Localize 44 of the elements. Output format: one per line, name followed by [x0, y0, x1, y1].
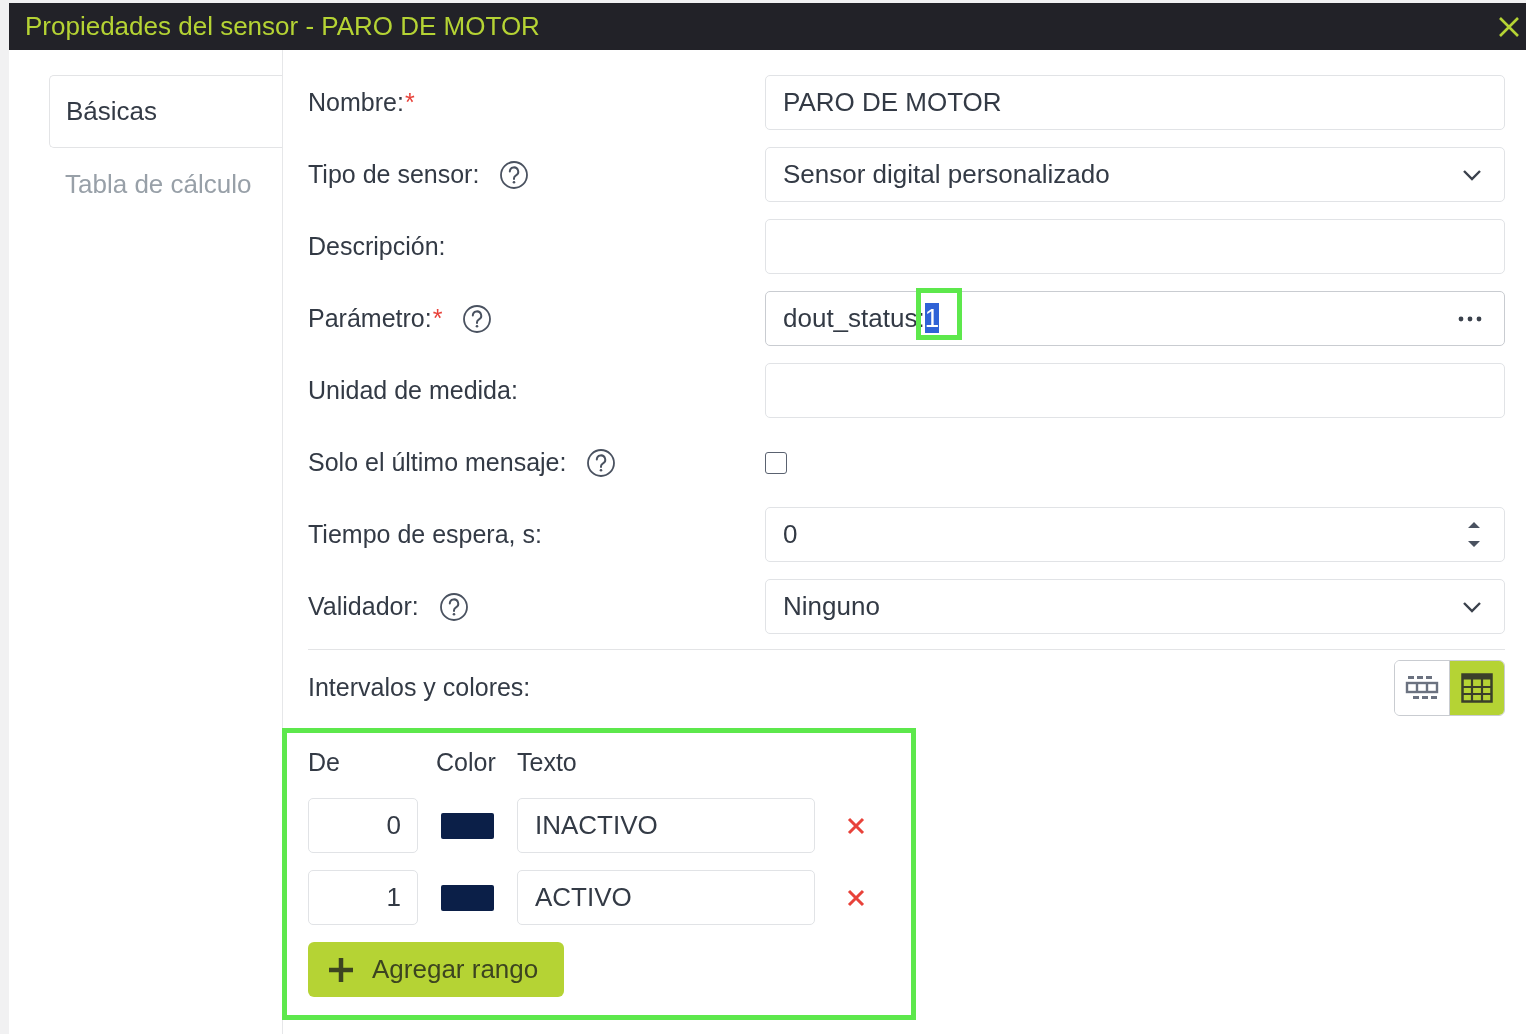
help-icon[interactable] — [499, 159, 530, 190]
text-field[interactable] — [765, 363, 1505, 418]
range-from-field[interactable]: 1 — [308, 870, 418, 925]
field-label: Descripción: — [308, 232, 446, 261]
text-field[interactable]: PARO DE MOTOR — [765, 75, 1505, 130]
number-field[interactable]: 0 — [765, 507, 1505, 562]
required-mark: * — [432, 304, 443, 333]
range-text-field[interactable]: INACTIVO — [517, 798, 815, 853]
text-field[interactable] — [765, 219, 1505, 274]
delete-icon[interactable] — [847, 888, 865, 907]
checkbox[interactable] — [765, 451, 787, 474]
add-range-button[interactable]: Agregar rango — [308, 942, 564, 997]
color-swatch[interactable] — [441, 884, 494, 911]
help-icon[interactable] — [586, 447, 617, 478]
field-label: Solo el último mensaje: — [308, 448, 567, 477]
close-icon[interactable] — [1498, 15, 1520, 38]
field-label: Nombre: — [308, 88, 404, 117]
plus-icon — [328, 956, 354, 983]
field-label: Validador: — [308, 592, 419, 621]
column-header: De — [308, 747, 341, 777]
range-from-field[interactable]: 0 — [308, 798, 418, 853]
dropdown-field[interactable]: Sensor digital personalizado — [765, 147, 1505, 202]
color-swatch[interactable] — [441, 812, 494, 839]
column-header: Color — [436, 747, 497, 777]
field-label: Unidad de medida: — [308, 376, 518, 405]
field-label: Tiempo de espera, s: — [308, 520, 542, 549]
section-label: Intervalos y colores: — [308, 673, 531, 702]
sidebar-tab[interactable]: Básicas — [49, 75, 282, 148]
window-title: Propiedades del sensor - PARO DE MOTOR — [25, 11, 540, 42]
chevron-down-icon — [1462, 168, 1482, 181]
table-view-icon — [1461, 672, 1493, 703]
more-icon[interactable] — [1458, 315, 1482, 322]
dropdown-field[interactable]: Ninguno — [765, 579, 1505, 634]
help-icon[interactable] — [438, 591, 469, 622]
required-mark: * — [404, 88, 415, 117]
field-label: Parámetro: — [308, 304, 432, 333]
field-label: Tipo de sensor: — [308, 160, 480, 189]
column-header: Texto — [517, 747, 577, 777]
list-view-icon — [1405, 674, 1439, 701]
delete-icon[interactable] — [847, 816, 865, 835]
chevron-down-icon — [1462, 600, 1482, 613]
help-icon[interactable] — [462, 303, 493, 334]
table-view-button[interactable] — [1449, 660, 1504, 715]
range-text-field[interactable]: ACTIVO — [517, 870, 815, 925]
